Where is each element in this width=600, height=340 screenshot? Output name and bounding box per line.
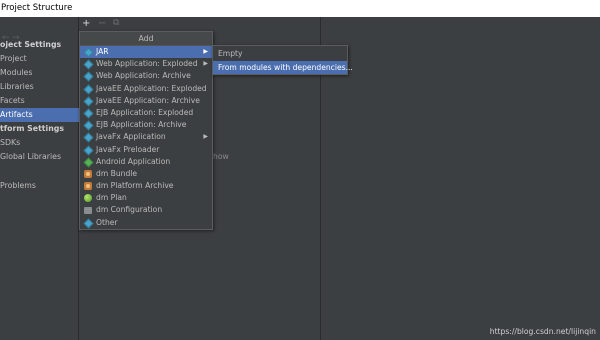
menu-item-label: dm Plan xyxy=(96,193,127,203)
menu-item-other[interactable]: Other xyxy=(80,217,212,229)
javafx-preloader-icon xyxy=(84,146,92,154)
menu-item-label: EJB Application: Exploded xyxy=(96,107,194,117)
menu-item-android-application[interactable]: Android Application xyxy=(80,156,212,168)
add-artifact-popup: Add JAR ▶ Web Application: Exploded ▶ We… xyxy=(79,31,213,230)
menu-item-label: dm Platform Archive xyxy=(96,181,174,191)
section-header-project-settings: oject Settings xyxy=(0,40,62,49)
menu-item-label: JavaEE Application: Exploded xyxy=(96,83,207,93)
menu-item-javafx-application[interactable]: JavaFx Application ▶ xyxy=(80,131,212,143)
javafx-app-icon xyxy=(84,133,92,141)
menu-item-label: JavaEE Application: Archive xyxy=(96,95,200,105)
sidebar-item-project[interactable]: Project xyxy=(0,52,79,66)
menu-item-label: EJB Application: Archive xyxy=(96,120,187,130)
menu-item-javafx-preloader[interactable]: JavaFx Preloader xyxy=(80,144,212,156)
remove-icon[interactable]: − xyxy=(98,18,106,29)
menu-item-label: JavaFx Preloader xyxy=(96,144,160,154)
menu-item-dm-bundle[interactable]: dm Bundle xyxy=(80,168,212,180)
menu-item-label: Web Application: Archive xyxy=(96,71,191,81)
sidebar-list: oject Settings Project Modules Libraries… xyxy=(0,38,79,193)
sidebar-item-artifacts[interactable]: Artifacts xyxy=(0,108,79,122)
add-icon[interactable]: + xyxy=(82,18,90,29)
ejb-exploded-icon xyxy=(84,109,92,117)
sidebar: ← → oject Settings Project Modules Libra… xyxy=(0,17,79,340)
dm-platform-archive-icon xyxy=(84,182,92,191)
menu-item-label: Android Application xyxy=(96,156,171,166)
menu-item-dm-platform-archive[interactable]: dm Platform Archive xyxy=(80,180,212,192)
details-panel: https://blog.csdn.net/lijinqin xyxy=(322,17,600,340)
menu-item-javaee-archive[interactable]: JavaEE Application: Archive xyxy=(80,95,212,107)
sidebar-item-global-libraries[interactable]: Global Libraries xyxy=(0,150,79,164)
sidebar-item-libraries[interactable]: Libraries xyxy=(0,80,79,94)
menu-item-label: dm Configuration xyxy=(96,205,163,215)
web-app-exploded-icon xyxy=(84,60,92,68)
android-app-icon xyxy=(84,158,92,166)
popup-title: Add xyxy=(80,32,212,46)
javaee-archive-icon xyxy=(84,97,92,105)
empty-state-text: how xyxy=(213,152,229,161)
sidebar-item-sdks[interactable]: SDKs xyxy=(0,136,79,150)
ejb-archive-icon xyxy=(84,121,92,129)
dm-plan-icon xyxy=(84,194,92,203)
javaee-exploded-icon xyxy=(84,85,92,93)
sidebar-item-facets[interactable]: Facets xyxy=(0,94,79,108)
window-title-bar: Project Structure xyxy=(0,0,600,17)
menu-item-jar[interactable]: JAR ▶ xyxy=(80,46,212,59)
submenu-arrow-icon: ▶ xyxy=(203,48,208,55)
sidebar-item-problems[interactable]: Problems xyxy=(0,179,79,193)
menu-item-dm-plan[interactable]: dm Plan xyxy=(80,192,212,204)
menu-item-dm-configuration[interactable]: dm Configuration xyxy=(80,204,212,216)
menu-item-web-app-exploded[interactable]: Web Application: Exploded ▶ xyxy=(80,58,212,70)
menu-item-javaee-exploded[interactable]: JavaEE Application: Exploded xyxy=(80,83,212,95)
watermark: https://blog.csdn.net/lijinqin xyxy=(489,327,596,336)
sidebar-divider xyxy=(0,164,79,179)
dm-bundle-icon xyxy=(84,169,92,178)
web-app-archive-icon xyxy=(84,72,92,80)
menu-item-label: dm Bundle xyxy=(96,168,138,178)
sidebar-item-modules[interactable]: Modules xyxy=(0,66,79,80)
menu-item-label: Other xyxy=(96,217,118,227)
menu-item-ejb-archive[interactable]: EJB Application: Archive xyxy=(80,119,212,131)
dm-configuration-icon xyxy=(84,206,92,215)
other-icon xyxy=(84,219,92,227)
menu-item-web-app-archive[interactable]: Web Application: Archive xyxy=(80,70,212,82)
submenu-item-empty[interactable]: Empty xyxy=(213,47,347,60)
jar-icon xyxy=(84,48,92,56)
artifacts-toolbar: + − ⧉ xyxy=(80,17,321,31)
menu-item-label: JAR xyxy=(96,47,109,56)
jar-submenu: Empty From modules with dependencies... xyxy=(212,45,353,75)
window-title: Project Structure xyxy=(1,3,73,13)
section-header-platform-settings: tform Settings xyxy=(0,124,64,133)
menu-item-label: JavaFx Application xyxy=(96,132,166,142)
copy-icon[interactable]: ⧉ xyxy=(113,18,119,29)
submenu-item-from-modules[interactable]: From modules with dependencies... xyxy=(213,61,353,74)
submenu-arrow-icon: ▶ xyxy=(203,133,208,141)
submenu-arrow-icon: ▶ xyxy=(203,60,208,68)
menu-item-label: Web Application: Exploded xyxy=(96,59,198,69)
menu-item-ejb-exploded[interactable]: EJB Application: Exploded xyxy=(80,107,212,119)
